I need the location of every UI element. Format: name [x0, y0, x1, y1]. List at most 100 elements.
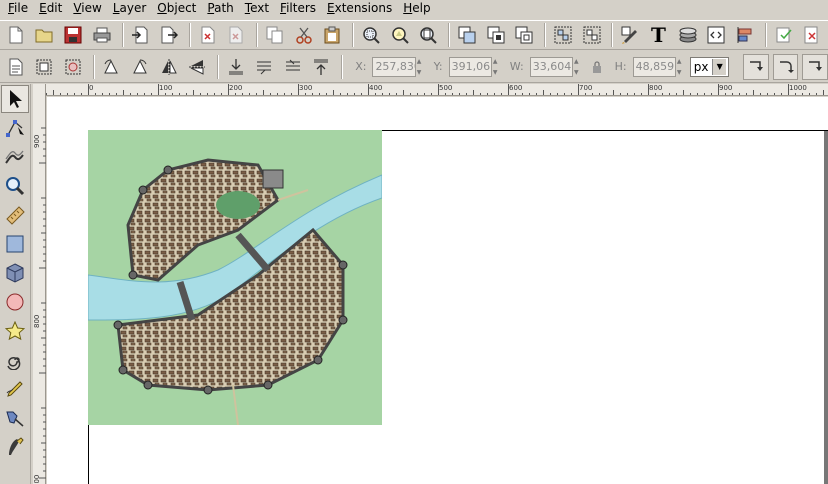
save-icon[interactable] [60, 22, 86, 48]
zoom-drawing-icon[interactable] [387, 22, 413, 48]
group-icon[interactable] [550, 22, 576, 48]
menu-help[interactable]: Help [399, 0, 437, 17]
export-icon[interactable] [156, 22, 182, 48]
y-spinner[interactable]: ▲ ▼ [493, 57, 502, 77]
tweak-icon[interactable] [1, 143, 29, 171]
y-label: Y: [433, 60, 443, 73]
y-input[interactable]: 391,065 [448, 56, 492, 77]
unit-select[interactable]: px ▼ [689, 56, 730, 77]
calligraphy-icon[interactable] [1, 433, 29, 461]
raise-to-top-icon[interactable] [309, 54, 335, 80]
xml-editor-icon[interactable] [703, 22, 729, 48]
ellipse-icon[interactable] [1, 288, 29, 316]
box3d-icon[interactable] [1, 259, 29, 287]
hruler-label: 0 [89, 84, 94, 92]
menu-bar: File Edit View Layer Object Path Text Fi… [0, 0, 828, 17]
copy-icon[interactable] [262, 22, 288, 48]
cut-icon[interactable] [291, 22, 317, 48]
new-icon[interactable] [3, 22, 29, 48]
unit-value: px [693, 59, 709, 74]
drawing-canvas[interactable] [47, 97, 828, 484]
hruler-label: 400 [369, 84, 383, 92]
x-spinner[interactable]: ▲ ▼ [417, 57, 426, 77]
paste-icon[interactable] [320, 22, 346, 48]
w-spinner[interactable]: ▲ ▼ [574, 57, 583, 77]
chevron-down-icon: ▼ [712, 58, 727, 75]
redo-icon[interactable] [224, 22, 250, 48]
node-icon[interactable] [1, 114, 29, 142]
rotate-cw-icon[interactable] [127, 54, 153, 80]
undo-icon[interactable] [195, 22, 221, 48]
menu-filters[interactable]: Filters [276, 0, 323, 17]
h-input[interactable]: 48,859 [632, 56, 676, 77]
vruler-label: 700 [33, 475, 41, 484]
zoom-icon[interactable] [1, 172, 29, 200]
fill-stroke-icon[interactable] [617, 22, 643, 48]
hruler-label: 700 [579, 84, 593, 92]
scale-corners-toggle[interactable] [772, 53, 799, 80]
hruler-label: 100 [159, 84, 173, 92]
tool-controls-bar: X: 257,830 ▲▼ Y: 391,065 ▲▼ W: 33,604 ▲▼… [0, 51, 828, 83]
flip-vertical-icon[interactable] [184, 54, 210, 80]
star-icon[interactable] [1, 317, 29, 345]
vruler-label: 800 [33, 315, 41, 328]
unlink-clone-icon[interactable] [512, 22, 538, 48]
zoom-page-icon[interactable] [416, 22, 442, 48]
flip-horizontal-icon[interactable] [156, 54, 182, 80]
scale-stroke-toggle[interactable] [743, 53, 769, 80]
layers-icon[interactable] [675, 22, 701, 48]
raise-icon[interactable] [252, 54, 278, 80]
hruler-label: 1000 [789, 84, 807, 92]
ungroup-icon[interactable] [579, 22, 605, 48]
x-label: X: [355, 60, 367, 73]
hruler-label: 800 [649, 84, 663, 92]
move-gradients-toggle[interactable] [802, 53, 828, 80]
city-map-image[interactable] [88, 130, 382, 425]
page-shadow [824, 131, 828, 484]
menu-object[interactable]: Object [153, 0, 203, 17]
duplicate-icon[interactable] [454, 22, 480, 48]
w-input[interactable]: 33,604 [529, 56, 574, 77]
text-font-icon[interactable]: T [646, 22, 672, 48]
document-properties-icon[interactable] [799, 22, 825, 48]
horizontal-ruler[interactable]: 0 100 200 300 400 500 600 700 800 900 10… [46, 84, 828, 96]
rotate-ccw-icon[interactable] [99, 54, 125, 80]
vertical-ruler[interactable]: 900 800 700 [33, 84, 46, 484]
toolbox [0, 84, 31, 484]
commands-toolbar: T [0, 20, 828, 50]
h-spinner[interactable]: ▲ ▼ [677, 57, 686, 77]
select-all-layers-icon[interactable] [32, 54, 58, 80]
selector-icon[interactable] [1, 85, 29, 113]
import-icon[interactable] [128, 22, 154, 48]
align-icon[interactable] [732, 22, 758, 48]
zoom-selection-icon[interactable] [358, 22, 384, 48]
pen-icon[interactable] [1, 404, 29, 432]
menu-view[interactable]: View [69, 0, 108, 17]
menu-layer[interactable]: Layer [109, 0, 153, 17]
menu-file[interactable]: File [4, 0, 35, 17]
hruler-label: 900 [719, 84, 733, 92]
hruler-label: 300 [299, 84, 313, 92]
menu-text[interactable]: Text [241, 0, 276, 17]
menu-edit[interactable]: Edit [35, 0, 69, 17]
hruler-label: 500 [439, 84, 453, 92]
x-input[interactable]: 257,830 [372, 56, 416, 77]
lower-icon[interactable] [280, 54, 306, 80]
lock-icon[interactable] [589, 54, 605, 80]
clone-icon[interactable] [483, 22, 509, 48]
menu-path[interactable]: Path [203, 0, 240, 17]
rectangle-icon[interactable] [1, 230, 29, 258]
hruler-label: 200 [229, 84, 243, 92]
preferences-icon[interactable] [771, 22, 797, 48]
measure-icon[interactable] [1, 201, 29, 229]
menu-extensions[interactable]: Extensions [323, 0, 399, 17]
svg-text:T: T [651, 26, 666, 44]
lower-to-bottom-icon[interactable] [223, 54, 249, 80]
pencil-icon[interactable] [1, 375, 29, 403]
spiral-icon[interactable] [1, 346, 29, 374]
select-all-icon[interactable] [3, 54, 29, 80]
print-icon[interactable] [89, 22, 115, 48]
open-icon[interactable] [32, 22, 58, 48]
h-label: H: [614, 60, 627, 73]
deselect-icon[interactable] [60, 54, 86, 80]
